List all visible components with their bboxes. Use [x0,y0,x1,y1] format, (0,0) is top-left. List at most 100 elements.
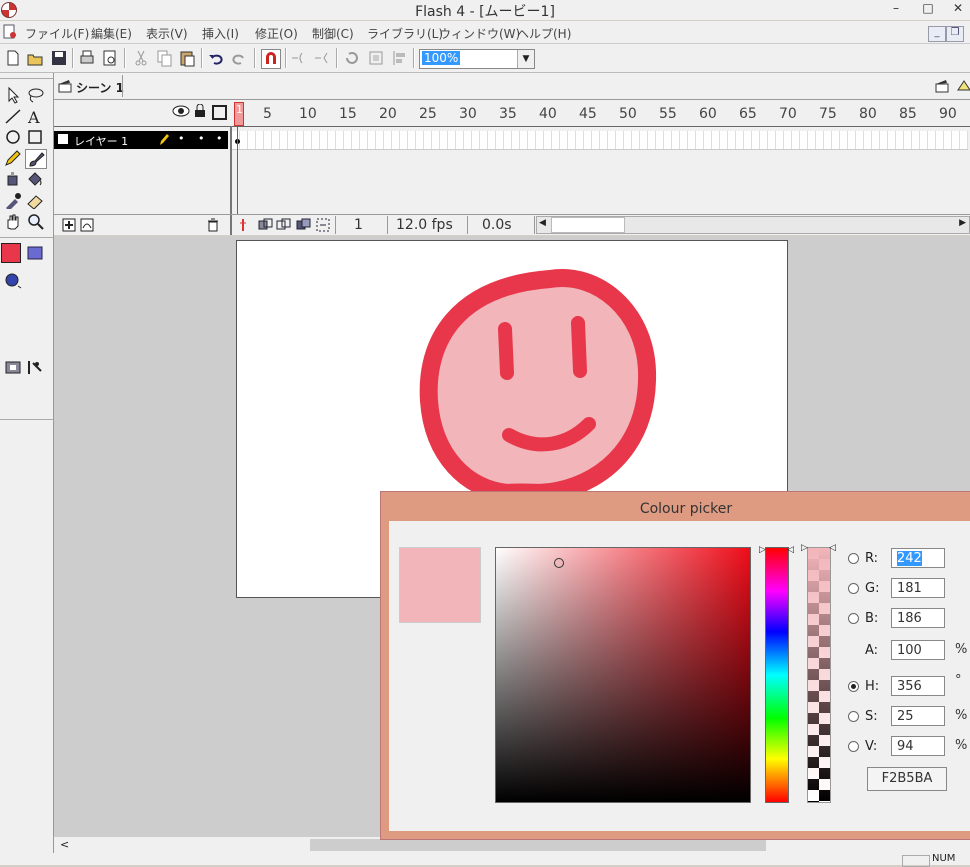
add-guide-layer-icon[interactable] [80,218,94,235]
a-field[interactable]: 100 [891,640,945,660]
zoom-select[interactable]: 100% ▼ [419,49,535,69]
doc-restore-button[interactable]: ❐ [946,26,964,42]
brush-mode-icon[interactable] [25,358,45,376]
stage-scroll-thumb[interactable] [310,839,766,851]
eraser-tool-icon[interactable] [25,191,45,210]
menu-insert[interactable]: 挿入(I) [202,25,239,42]
add-layer-icon[interactable] [62,218,76,235]
print-preview-icon[interactable] [101,49,119,67]
hue-slider[interactable] [765,547,789,803]
line-tool-icon[interactable] [3,107,23,125]
cut-icon[interactable] [132,49,150,67]
menu-file[interactable]: ファイル(F) [25,25,89,42]
menu-control[interactable]: 制御(C) [312,25,354,42]
print-icon[interactable] [78,49,96,67]
document-icon[interactable] [3,24,17,39]
alpha-marker-right-icon[interactable]: ◁ [829,543,836,553]
frame-cells[interactable] [232,131,968,150]
scroll-right-icon[interactable]: ▶ [959,218,966,228]
layer-row[interactable]: レイヤー 1 • • • [54,131,228,149]
doc-minimize-button[interactable]: _ [928,26,946,42]
menu-window[interactable]: ウィンドウ(W) [439,25,520,42]
hue-marker-right-icon[interactable]: ◁ [787,545,794,555]
save-icon[interactable] [50,49,68,67]
timeline-scroll-thumb[interactable] [551,217,625,233]
v-field[interactable]: 94 [891,736,945,756]
rectangle-tool-icon[interactable] [25,128,45,146]
r-field[interactable]: 242 [891,548,945,568]
text-tool-icon[interactable]: A [25,107,45,127]
radio-v[interactable] [848,741,859,752]
pencil-icon[interactable] [158,132,170,149]
layer-name[interactable]: レイヤー 1 [74,133,128,149]
pencil-tool-icon[interactable] [3,149,23,167]
menu-library[interactable]: ライブラリ(L) [367,25,443,42]
brush-shape-icon[interactable] [3,271,23,289]
straighten-icon[interactable] [313,49,331,67]
scene-name[interactable]: シーン 1 [76,79,124,96]
outline-icon[interactable] [212,105,227,120]
onion-outline-icon[interactable] [276,218,292,235]
menu-view[interactable]: 表示(V) [146,25,188,42]
open-folder-icon[interactable] [26,49,44,67]
ink-bottle-tool-icon[interactable] [3,170,23,188]
paste-icon[interactable] [178,49,196,67]
saturation-value-area[interactable] [495,547,751,803]
lock-fill-icon[interactable] [3,358,23,376]
hue-marker-left-icon[interactable]: ▷ [759,545,766,555]
eye-icon[interactable] [172,104,190,121]
menu-help[interactable]: ヘルプ(H) [517,25,571,42]
outline-dot[interactable]: • [216,132,223,145]
visible-dot[interactable]: • [178,132,185,145]
radio-b[interactable] [848,613,859,624]
copy-icon[interactable] [155,49,173,67]
minimize-button[interactable]: – [882,0,910,18]
dropper-tool-icon[interactable] [3,191,23,211]
scroll-left-icon[interactable]: ◀ [539,218,546,228]
radio-h[interactable] [848,681,859,692]
chevron-down-icon[interactable]: ▼ [517,50,534,68]
fill-color-swatch[interactable] [1,243,21,263]
hex-field[interactable]: F2B5BA [867,767,947,791]
radio-g[interactable] [848,583,859,594]
timeline-hscrollbar[interactable]: ◀ ▶ [536,216,970,234]
undo-icon[interactable] [207,49,225,67]
g-field[interactable]: 181 [891,578,945,598]
lock-dot[interactable]: • [198,132,205,145]
modify-markers-icon[interactable] [316,218,330,235]
maximize-button[interactable]: □ [914,0,942,18]
align-icon[interactable] [391,49,409,67]
redo-icon[interactable] [230,49,248,67]
colour-picker-dialog[interactable]: Colour picker ▷ ◁ ▷ ◁ R: 242 G: 181 B: 1… [380,491,970,840]
hand-tool-icon[interactable] [3,212,23,230]
close-button[interactable]: ✕ [944,0,970,18]
scroll-left-icon[interactable]: < [60,838,69,851]
menu-modify[interactable]: 修正(O) [255,25,298,42]
snap-magnet-icon[interactable] [261,49,281,69]
gradient-fill-icon[interactable] [25,244,45,262]
h-field[interactable]: 356 [891,676,945,696]
brush-tool-icon[interactable] [25,149,47,169]
center-frame-icon[interactable] [238,218,248,235]
radio-s[interactable] [848,711,859,722]
oval-tool-icon[interactable] [3,128,23,146]
lasso-tool-icon[interactable] [25,86,45,104]
lock-icon[interactable] [194,103,206,121]
radio-r[interactable] [848,553,859,564]
frame-ruler[interactable]: 1 5 10 15 20 25 30 35 40 45 50 55 60 65 70 75 80 85 90 [54,100,970,127]
paint-bucket-tool-icon[interactable] [25,170,45,188]
rotate-icon[interactable] [343,49,361,67]
new-file-icon[interactable] [4,49,22,67]
panel-splitter[interactable] [230,215,232,235]
onion-skin-icon[interactable] [258,218,274,235]
s-field[interactable]: 25 [891,706,945,726]
b-field[interactable]: 186 [891,608,945,628]
arrow-tool-icon[interactable] [3,86,23,104]
edit-symbol-icon[interactable] [956,78,970,94]
trash-icon[interactable] [206,218,220,235]
alpha-marker-left-icon[interactable]: ▷ [801,543,808,553]
edit-multiple-frames-icon[interactable] [296,218,312,235]
menu-edit[interactable]: 編集(E) [91,25,132,42]
magnifier-tool-icon[interactable] [25,212,45,230]
smooth-icon[interactable] [290,49,308,67]
